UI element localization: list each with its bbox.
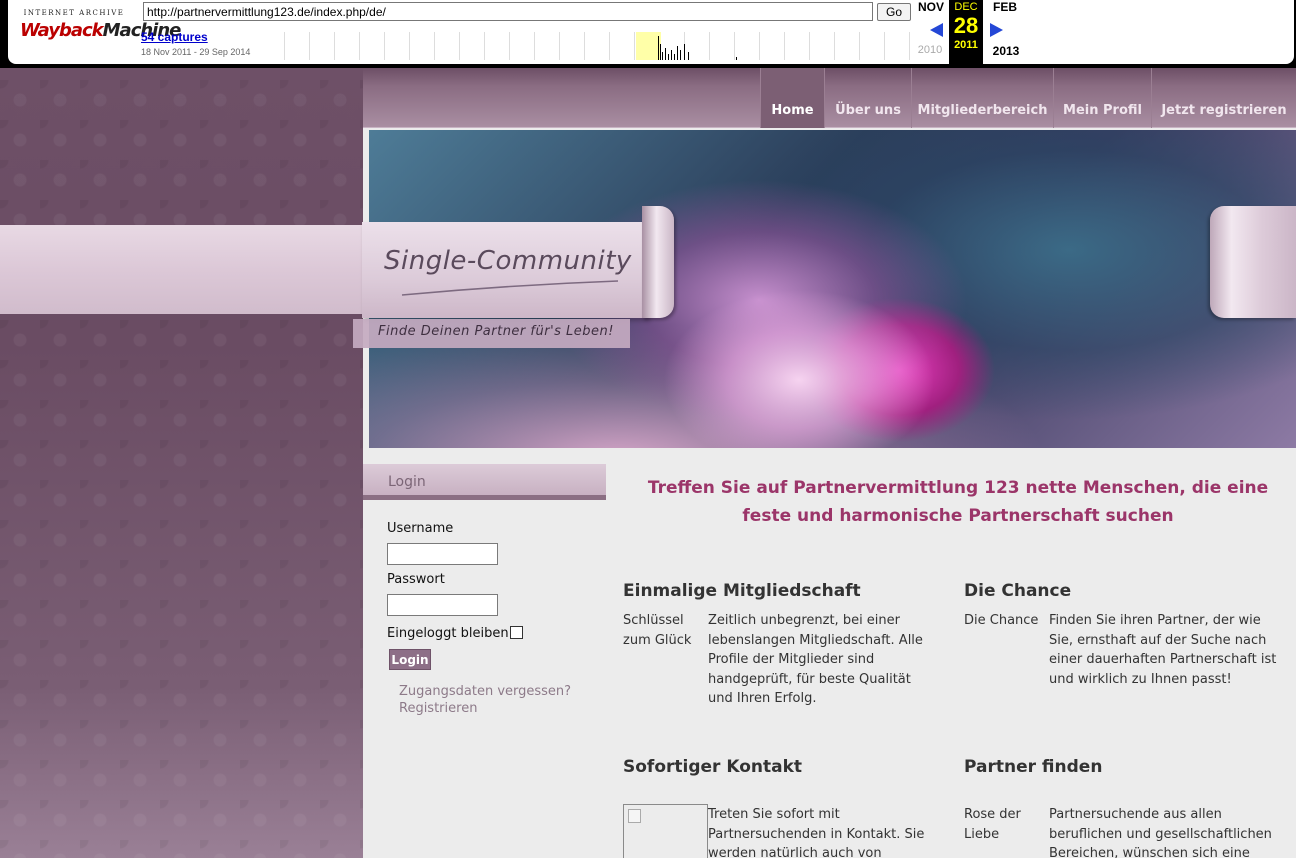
sparkline-bar — [662, 52, 663, 60]
section-title: Sofortiger Kontakt — [623, 757, 803, 777]
wayback-toolbar-panel: INTERNET ARCHIVE WaybackMachine Go 54 ca… — [8, 0, 1294, 64]
section-image-alt: Rose der Liebe — [964, 807, 1021, 842]
nav-item-ueber-uns[interactable]: Über uns — [824, 68, 911, 128]
nav-item-mitgliederbereich[interactable]: Mitgliederbereich — [911, 68, 1053, 128]
wayback-next-year[interactable]: 2013 — [986, 44, 1026, 58]
section-text: Partnersuchende aus allen beruflichen un… — [1049, 807, 1272, 858]
sparkline-bar — [674, 54, 675, 60]
site-tagline: Finde Deinen Partner für's Leben! — [378, 324, 614, 339]
forgot-credentials-link[interactable]: Zugangsdaten vergessen? — [399, 684, 571, 699]
register-link[interactable]: Registrieren — [399, 701, 477, 716]
wayback-prev-year[interactable]: 2010 — [910, 44, 950, 56]
sparkline-bar — [680, 50, 681, 60]
wayback-logo-a: Wayback — [20, 20, 104, 41]
wayback-captures-link[interactable]: 54 captures — [141, 30, 208, 44]
sparkline-bar — [688, 52, 689, 60]
wayback-capture-range: 18 Nov 2011 - 29 Sep 2014 — [141, 47, 251, 57]
page-headline: Treffen Sie auf Partnervermittlung 123 n… — [628, 474, 1288, 530]
nav-item-mein-profil[interactable]: Mein Profil — [1053, 68, 1151, 128]
prev-capture-arrow-icon[interactable] — [930, 23, 943, 37]
section-image-alt: Die Chance — [964, 613, 1039, 628]
wayback-current-month: DEC — [954, 1, 978, 13]
headline-line-1: Treffen Sie auf Partnervermittlung 123 n… — [647, 478, 1269, 498]
login-button[interactable]: Login — [389, 649, 431, 670]
remember-me-label: Eingeloggt bleiben — [387, 626, 509, 641]
wayback-toolbar: INTERNET ARCHIVE WaybackMachine Go 54 ca… — [0, 0, 1296, 68]
remember-me-checkbox[interactable] — [510, 626, 523, 639]
wayback-logo[interactable]: WaybackMachine — [20, 17, 181, 45]
sparkline-bar — [671, 50, 672, 60]
wayback-current-date: DEC 28 2011 — [949, 0, 983, 64]
sparkline-bar — [736, 57, 737, 60]
sparkline-bar — [660, 44, 661, 60]
wayback-prev-month[interactable]: NOV — [912, 0, 950, 14]
password-label: Passwort — [387, 572, 445, 587]
section-text: Treten Sie sofort mit Partnersuchenden i… — [708, 807, 925, 858]
wayback-current-year: 2011 — [954, 39, 978, 51]
site-logo-title[interactable]: Single-Community — [384, 246, 644, 276]
wayback-next-month[interactable]: FEB — [986, 0, 1024, 14]
next-capture-arrow-icon[interactable] — [990, 23, 1003, 37]
ribbon-curl-left — [642, 206, 674, 318]
wayback-sparkline[interactable] — [260, 32, 910, 60]
section-text: Finden Sie ihren Partner, der wie Sie, e… — [1049, 613, 1277, 687]
broken-image-icon — [628, 809, 641, 823]
main-navigation: Home Über uns Mitgliederbereich Mein Pro… — [363, 68, 1296, 128]
nav-item-jetzt-registrieren[interactable]: Jetzt registrieren — [1151, 68, 1296, 128]
section-image-alt: Schlüssel zum Glück — [623, 613, 692, 648]
password-input[interactable] — [387, 594, 498, 616]
section-title: Einmalige Mitgliedschaft — [623, 581, 861, 601]
nav-item-home[interactable]: Home — [760, 68, 824, 128]
logo-swoosh — [401, 280, 619, 296]
sparkline-bar — [665, 48, 666, 60]
sparkline-bar — [677, 46, 678, 60]
wayback-logo-caption: INTERNET ARCHIVE — [23, 9, 125, 17]
sparkline-bar — [658, 36, 659, 60]
login-heading: Login — [388, 474, 426, 490]
section-text: Zeitlich unbegrenzt, bei einer lebenslan… — [708, 613, 923, 706]
headline-line-2: feste und harmonische Partnerschaft such… — [742, 506, 1174, 526]
wayback-current-day: 28 — [953, 13, 979, 38]
header-ribbon-left — [0, 225, 370, 314]
sparkline-bar — [668, 54, 669, 60]
ribbon-curl-right — [1210, 206, 1296, 318]
wayback-go-button[interactable]: Go — [877, 3, 911, 21]
username-label: Username — [387, 521, 454, 536]
username-input[interactable] — [387, 543, 498, 565]
section-title: Partner finden — [964, 757, 1103, 777]
section-title: Die Chance — [964, 581, 1072, 601]
sparkline-bar — [684, 44, 685, 60]
wayback-url-input[interactable] — [143, 2, 873, 21]
